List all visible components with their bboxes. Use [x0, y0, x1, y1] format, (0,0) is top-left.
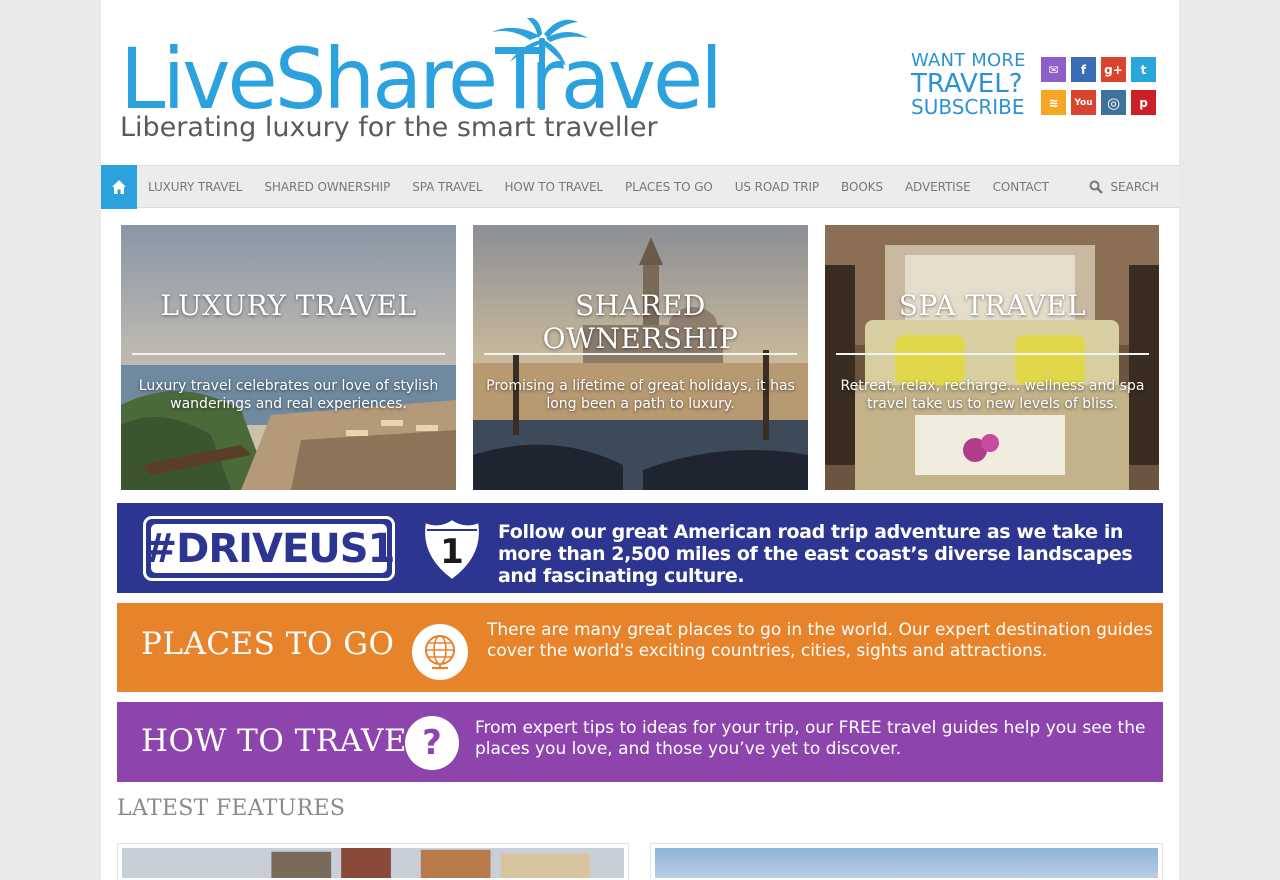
us-route-shield-icon: 1	[419, 516, 485, 582]
places-to-go-banner[interactable]: PLACES TO GO There are many great places…	[117, 603, 1163, 692]
site-logo[interactable]: LiveShareTravel	[120, 18, 724, 114]
places-to-go-text: There are many great places to go in the…	[487, 620, 1153, 661]
divider	[132, 353, 445, 355]
nav-spa-travel[interactable]: SPA TRAVEL	[401, 180, 493, 194]
card-title: LUXURY TRAVEL	[160, 289, 417, 322]
google-plus-icon[interactable]: g+	[1101, 57, 1126, 82]
divider	[484, 353, 797, 355]
card-description: Promising a lifetime of great holidays, …	[486, 378, 795, 412]
how-to-travel-text: From expert tips to ideas for your trip,…	[475, 718, 1146, 759]
twitter-icon[interactable]: t	[1131, 57, 1156, 82]
driveus1-tag-text: #DRIVEUS1	[143, 524, 395, 573]
search-icon	[1089, 180, 1104, 194]
social-icons: ✉ f g+ t ≋ You ◎ p	[1041, 57, 1157, 115]
feature-card[interactable]	[117, 843, 629, 880]
card-description: Retreat, relax, recharge... wellness and…	[840, 378, 1145, 412]
home-button[interactable]	[101, 165, 137, 209]
subscribe-callout[interactable]: WANT MORE TRAVEL? SUBSCRIBE	[911, 52, 1027, 118]
how-to-travel-banner[interactable]: HOW TO TRAVEL ? From expert tips to idea…	[117, 702, 1163, 782]
feature-image	[655, 848, 1158, 878]
question-glyph: ?	[422, 723, 442, 763]
nav-us-road-trip[interactable]: US ROAD TRIP	[724, 180, 830, 194]
facebook-icon[interactable]: f	[1071, 57, 1096, 82]
email-icon[interactable]: ✉	[1041, 57, 1066, 82]
page: LiveShareTravel Liberating luxury for th…	[101, 0, 1179, 880]
tagline: Liberating luxury for the smart travelle…	[120, 112, 658, 143]
home-icon	[112, 180, 126, 194]
search-button[interactable]: SEARCH	[1089, 166, 1159, 207]
spa-travel-image	[825, 225, 1159, 490]
feature-image	[122, 848, 624, 878]
category-cards: LUXURY TRAVEL Luxury travel celebrates o…	[121, 225, 1159, 490]
nav-places-to-go[interactable]: PLACES TO GO	[614, 180, 724, 194]
instagram-icon[interactable]: ◎	[1101, 90, 1126, 115]
card-shared-ownership[interactable]: SHARED OWNERSHIP Promising a lifetime of…	[473, 225, 808, 490]
nav-contact[interactable]: CONTACT	[982, 180, 1060, 194]
question-mark-icon: ?	[405, 716, 459, 770]
nav-luxury-travel[interactable]: LUXURY TRAVEL	[137, 180, 253, 194]
how-to-travel-title: HOW TO TRAVEL	[141, 723, 429, 759]
card-title: SPA TRAVEL	[898, 289, 1087, 322]
nav-how-to-travel[interactable]: HOW TO TRAVEL	[493, 180, 614, 194]
subscribe-line-1: WANT MORE	[911, 50, 1026, 71]
shield-number: 1	[440, 532, 464, 572]
nav-books[interactable]: BOOKS	[830, 180, 894, 194]
pinterest-icon[interactable]: p	[1131, 90, 1156, 115]
rss-icon[interactable]: ≋	[1041, 90, 1066, 115]
nav-advertise[interactable]: ADVERTISE	[894, 180, 982, 194]
youtube-icon[interactable]: You	[1071, 90, 1096, 115]
globe-icon	[412, 624, 468, 680]
nav-shared-ownership[interactable]: SHARED OWNERSHIP	[253, 180, 401, 194]
card-description: Luxury travel celebrates our love of sty…	[138, 378, 439, 412]
luxury-travel-image	[121, 225, 456, 490]
svg-text:LiveShareTravel: LiveShareTravel	[120, 30, 720, 114]
subscribe-line-3: SUBSCRIBE	[911, 95, 1025, 119]
divider	[836, 353, 1149, 355]
driveus1-tag: #DRIVEUS1	[143, 516, 395, 581]
search-label: SEARCH	[1110, 179, 1159, 194]
card-spa-travel[interactable]: SPA TRAVEL Retreat, relax, recharge... w…	[825, 225, 1160, 490]
subscribe-line-2: TRAVEL?	[911, 69, 1023, 99]
places-to-go-title: PLACES TO GO	[141, 626, 395, 662]
driveus1-text: Follow our great American road trip adve…	[498, 521, 1133, 587]
shared-ownership-image	[473, 225, 808, 490]
card-luxury-travel[interactable]: LUXURY TRAVEL Luxury travel celebrates o…	[121, 225, 456, 490]
feature-card[interactable]	[650, 843, 1163, 880]
latest-features-heading: LATEST FEATURES	[117, 796, 346, 821]
main-nav: LUXURY TRAVEL SHARED OWNERSHIP SPA TRAVE…	[101, 165, 1179, 209]
driveus1-banner[interactable]: #DRIVEUS1 1 Follow our great American ro…	[117, 503, 1163, 593]
card-title: SHARED OWNERSHIP	[542, 289, 739, 355]
